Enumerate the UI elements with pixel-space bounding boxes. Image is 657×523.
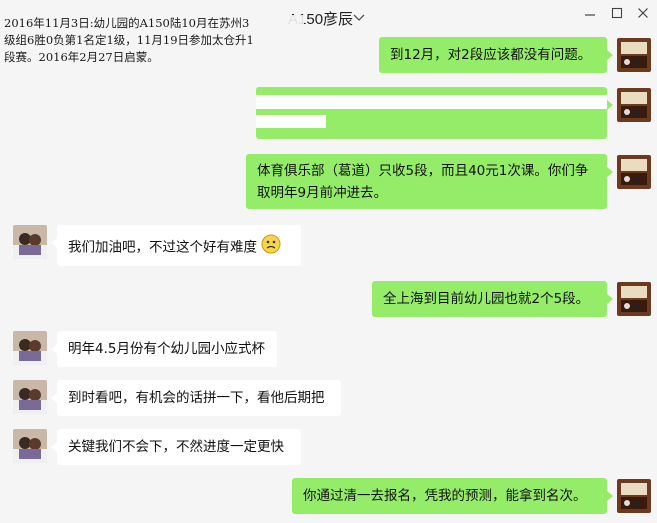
message-bubble-outgoing[interactable]: 你通过清一去报名，凭我的预测，能拿到名次。: [292, 478, 613, 514]
overlay-note: 2016年11月3日:幼儿园的A150陆10月在苏州3 级组6胜0负第1名定1级…: [4, 15, 304, 66]
redaction-bar: [256, 115, 326, 128]
message-bubble-incoming[interactable]: 我们加油吧，不过这个好有难度: [51, 225, 301, 266]
my-avatar[interactable]: [617, 282, 651, 316]
contact-avatar[interactable]: [13, 429, 47, 463]
close-icon[interactable]: [632, 4, 654, 24]
message-bubble-incoming[interactable]: 明年4.5月份有个幼儿园小应式杯: [51, 331, 277, 367]
contact-avatar[interactable]: [13, 331, 47, 365]
message-bubble-outgoing[interactable]: 体育俱乐部（葛道）只收5段，而且40元1次课。你们争取明年9月前冲进去。: [246, 154, 613, 209]
my-avatar[interactable]: [617, 155, 651, 189]
worried-face-icon: [261, 234, 281, 261]
maximize-icon[interactable]: [606, 4, 628, 24]
message-text: 我们加油吧，不过这个好有难度: [68, 239, 257, 256]
message-bubble-incoming[interactable]: 关键我们不会下，不然进度一定更快: [51, 429, 301, 465]
message-bubble-outgoing[interactable]: 到12月，对2段应该都没有问题。: [379, 37, 613, 73]
minimize-icon[interactable]: [579, 4, 601, 24]
message-bubble-incoming[interactable]: 到时看吧，有机会的话拼一下，看他后期把: [51, 380, 341, 416]
chevron-down-icon[interactable]: [352, 9, 366, 23]
message-bubble-outgoing[interactable]: 全上海到目前幼儿园也就2个5段。: [372, 281, 613, 317]
redaction-bar: [256, 95, 607, 109]
my-avatar[interactable]: [617, 38, 651, 72]
my-avatar[interactable]: [617, 479, 651, 513]
my-avatar[interactable]: [617, 88, 651, 122]
contact-avatar[interactable]: [13, 380, 47, 414]
contact-avatar[interactable]: [13, 225, 47, 259]
